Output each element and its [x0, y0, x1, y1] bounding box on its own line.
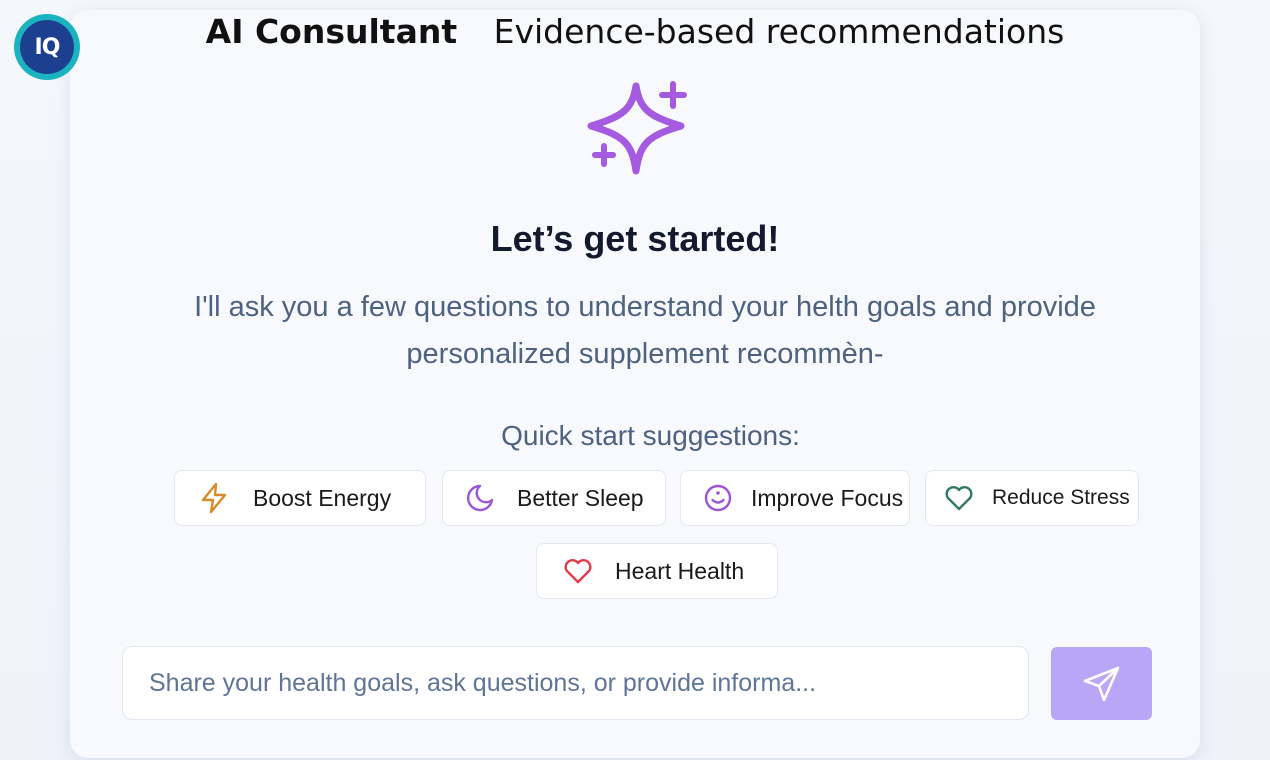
heart-icon	[942, 481, 976, 515]
suggestion-label: Better Sleep	[517, 484, 644, 511]
moon-icon	[463, 481, 497, 515]
suggestion-label: Heart Health	[615, 557, 745, 584]
message-input[interactable]	[147, 647, 1011, 719]
suggestion-label: Boost Energy	[253, 484, 392, 511]
send-button[interactable]	[1051, 647, 1152, 720]
suggestion-boost-energy-button[interactable]: Boost Energy	[174, 470, 426, 526]
quick-start-label: Quick start suggestions:	[501, 420, 800, 451]
page: IQ AI Consultant Evidence-based recommen…	[0, 0, 1270, 760]
suggestion-better-sleep-button[interactable]: Better Sleep	[442, 470, 666, 526]
suggestion-label: Reduce Stress	[992, 486, 1130, 509]
page-subtitle: Evidence-based recommendations	[493, 12, 1065, 51]
welcome-heading: Let’s get started!	[490, 218, 780, 259]
heart-icon	[561, 554, 595, 588]
page-header: AI Consultant Evidence-based recommendat…	[0, 12, 1270, 51]
suggestion-improve-focus-button[interactable]: Improve Focus	[680, 470, 910, 526]
lightning-icon	[197, 481, 231, 515]
smile-icon	[701, 481, 735, 515]
send-icon	[1083, 666, 1119, 701]
sparkles-icon	[587, 81, 687, 175]
message-input-container	[122, 646, 1029, 720]
suggestion-label: Improve Focus	[751, 484, 904, 511]
suggestion-reduce-stress-button[interactable]: Reduce Stress	[925, 470, 1139, 526]
welcome-intro: I'll ask you a few questions to understa…	[194, 291, 1096, 370]
suggestion-heart-health-button[interactable]: Heart Health	[536, 543, 778, 599]
page-title: AI Consultant	[205, 12, 458, 51]
